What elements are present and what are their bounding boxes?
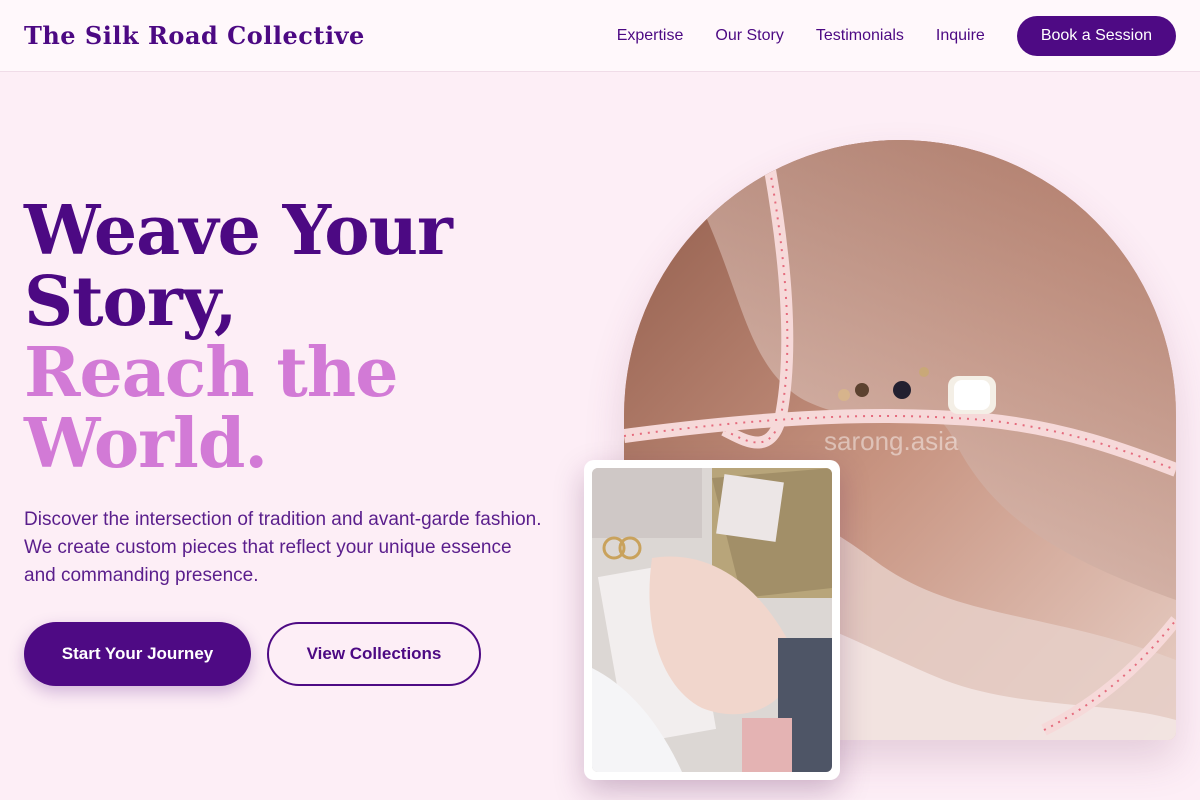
hero-title-line-1b: Story, <box>24 262 237 342</box>
image-watermark: sarong.asia <box>824 426 959 456</box>
brand-logo[interactable]: The Silk Road Collective <box>24 21 365 50</box>
main-nav: Expertise Our Story Testimonials Inquire… <box>585 15 1176 56</box>
start-journey-button[interactable]: Start Your Journey <box>24 622 251 686</box>
nav-our-story[interactable]: Our Story <box>715 27 783 45</box>
nav-expertise[interactable]: Expertise <box>617 27 684 45</box>
moodboard-illustration <box>592 468 832 772</box>
view-collections-button[interactable]: View Collections <box>267 622 481 686</box>
hero-title-line-1a: Weave Your <box>24 191 453 271</box>
book-session-button[interactable]: Book a Session <box>1016 15 1176 56</box>
fabric-swatches-moodboard-image <box>592 468 832 772</box>
nav-testimonials[interactable]: Testimonials <box>816 27 904 45</box>
hero-title-line-2b: World. <box>24 404 268 484</box>
hero-title: Weave Your Story, Reach the World. <box>24 196 544 480</box>
fabric-swatches-photo-card <box>584 460 840 780</box>
nav-inquire[interactable]: Inquire <box>936 27 985 45</box>
hero-description: Discover the intersection of tradition a… <box>24 509 542 586</box>
hero-title-line-2a: Reach the <box>24 333 398 413</box>
site-header: The Silk Road Collective Expertise Our S… <box>0 0 1200 72</box>
